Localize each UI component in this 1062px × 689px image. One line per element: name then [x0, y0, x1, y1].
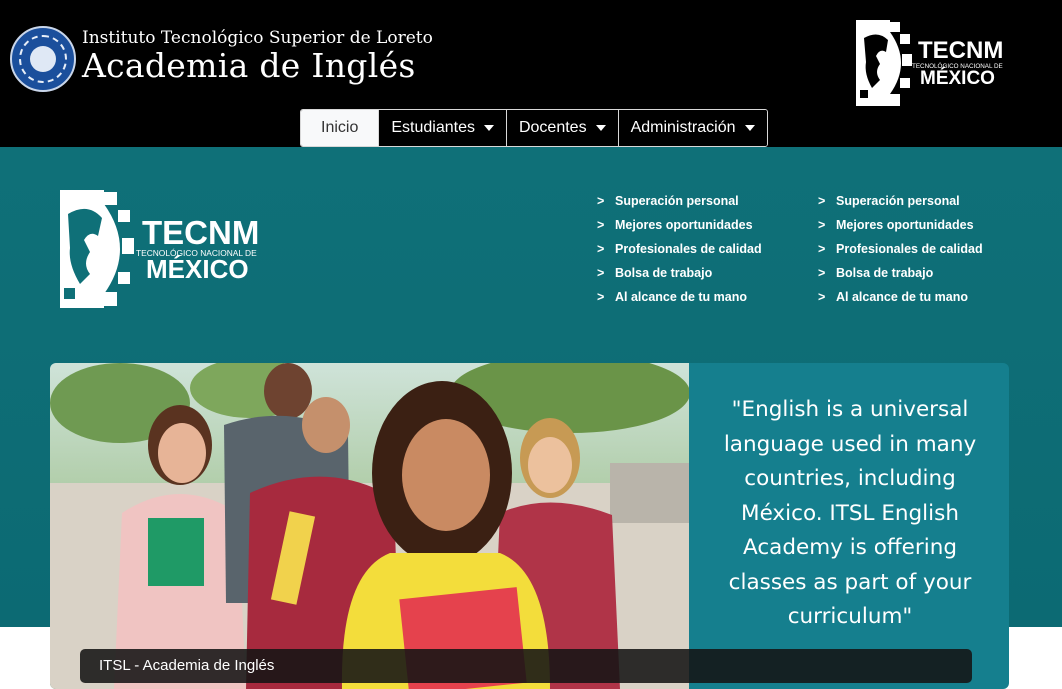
chevron-right-icon: > — [818, 242, 826, 256]
caret-down-icon — [483, 125, 494, 131]
quote-line: "English is a universal — [731, 397, 969, 422]
chevron-right-icon: > — [597, 194, 605, 208]
list-item[interactable]: > Superación personal — [597, 192, 762, 216]
nav-label: Administración — [630, 119, 736, 136]
chevron-right-icon: > — [818, 290, 826, 304]
nav-item-estudiantes[interactable]: Estudiantes — [378, 110, 506, 146]
chevron-right-icon: > — [597, 242, 605, 256]
list-item[interactable]: > Bolsa de trabajo — [818, 264, 983, 288]
tecnm-logo-header[interactable]: TECNM TECNOLÓGICO NACIONAL DE MÉXICO — [856, 18, 1006, 108]
chevron-right-icon: > — [597, 290, 605, 304]
quote-line: Academy is offering — [743, 535, 957, 560]
quote-line: curriculum" — [787, 604, 913, 629]
chevron-right-icon: > — [818, 218, 826, 232]
benefits-list-2: > Superación personal > Mejores oportunida… — [818, 192, 983, 312]
quote-line: classes as part of your — [728, 569, 972, 595]
quote-line: México. ITSL English — [741, 500, 959, 526]
hero-card: "English is a universal language used in… — [50, 363, 1009, 689]
quote-line: language used in many — [723, 431, 977, 457]
list-item[interactable]: > Profesionales de calidad — [597, 240, 762, 264]
academy-name[interactable]: Academia de Inglés — [82, 46, 416, 85]
nav-item-docentes[interactable]: Docentes — [505, 110, 618, 146]
list-item[interactable]: > Mejores oportunidades — [818, 216, 983, 240]
quote-line: countries, including — [744, 466, 956, 491]
list-item[interactable]: > Bolsa de trabajo — [597, 264, 762, 288]
tecnm-country: MÉXICO — [920, 67, 995, 89]
list-item[interactable]: > Al alcance de tu mano — [818, 288, 983, 312]
tecnm-country: MÉXICO — [146, 254, 249, 284]
caret-down-icon — [744, 125, 755, 131]
students-photo — [50, 363, 689, 689]
chevron-right-icon: > — [597, 218, 605, 232]
nav-label: Docentes — [518, 119, 587, 136]
caret-down-icon — [595, 125, 606, 131]
tecnm-logo-band: TECNM TECNOLÓGICO NACIONAL DE MÉXICO — [60, 190, 258, 308]
nav-item-inicio[interactable]: Inicio — [301, 110, 379, 146]
nav-item-administracion[interactable]: Administración — [617, 110, 767, 146]
chevron-right-icon: > — [597, 266, 605, 280]
seal-core — [30, 46, 56, 72]
institute-seal-logo[interactable] — [10, 26, 76, 92]
hero-quote: "English is a universal language used in… — [702, 393, 998, 635]
nav-label: Estudiantes — [391, 119, 475, 136]
list-item[interactable]: > Al alcance de tu mano — [597, 288, 762, 312]
chevron-right-icon: > — [818, 266, 826, 280]
chevron-right-icon: > — [818, 194, 826, 208]
list-item[interactable]: > Mejores oportunidades — [597, 216, 762, 240]
benefits-list-1: > Superación personal > Mejores oportunida… — [597, 192, 762, 312]
nav-label: Inicio — [321, 119, 359, 136]
tecnm-word: TECNM — [918, 37, 1003, 64]
list-item[interactable]: > Superación personal — [818, 192, 983, 216]
tecnm-word: TECNM — [142, 214, 258, 251]
list-item[interactable]: > Profesionales de calidad — [818, 240, 983, 264]
institute-name: Instituto Tecnológico Superior de Loreto — [82, 28, 433, 48]
main-nav: Inicio Estudiantes Docentes Administraci… — [300, 109, 768, 147]
carousel-caption: ITSL - Academia de Inglés — [80, 649, 972, 683]
